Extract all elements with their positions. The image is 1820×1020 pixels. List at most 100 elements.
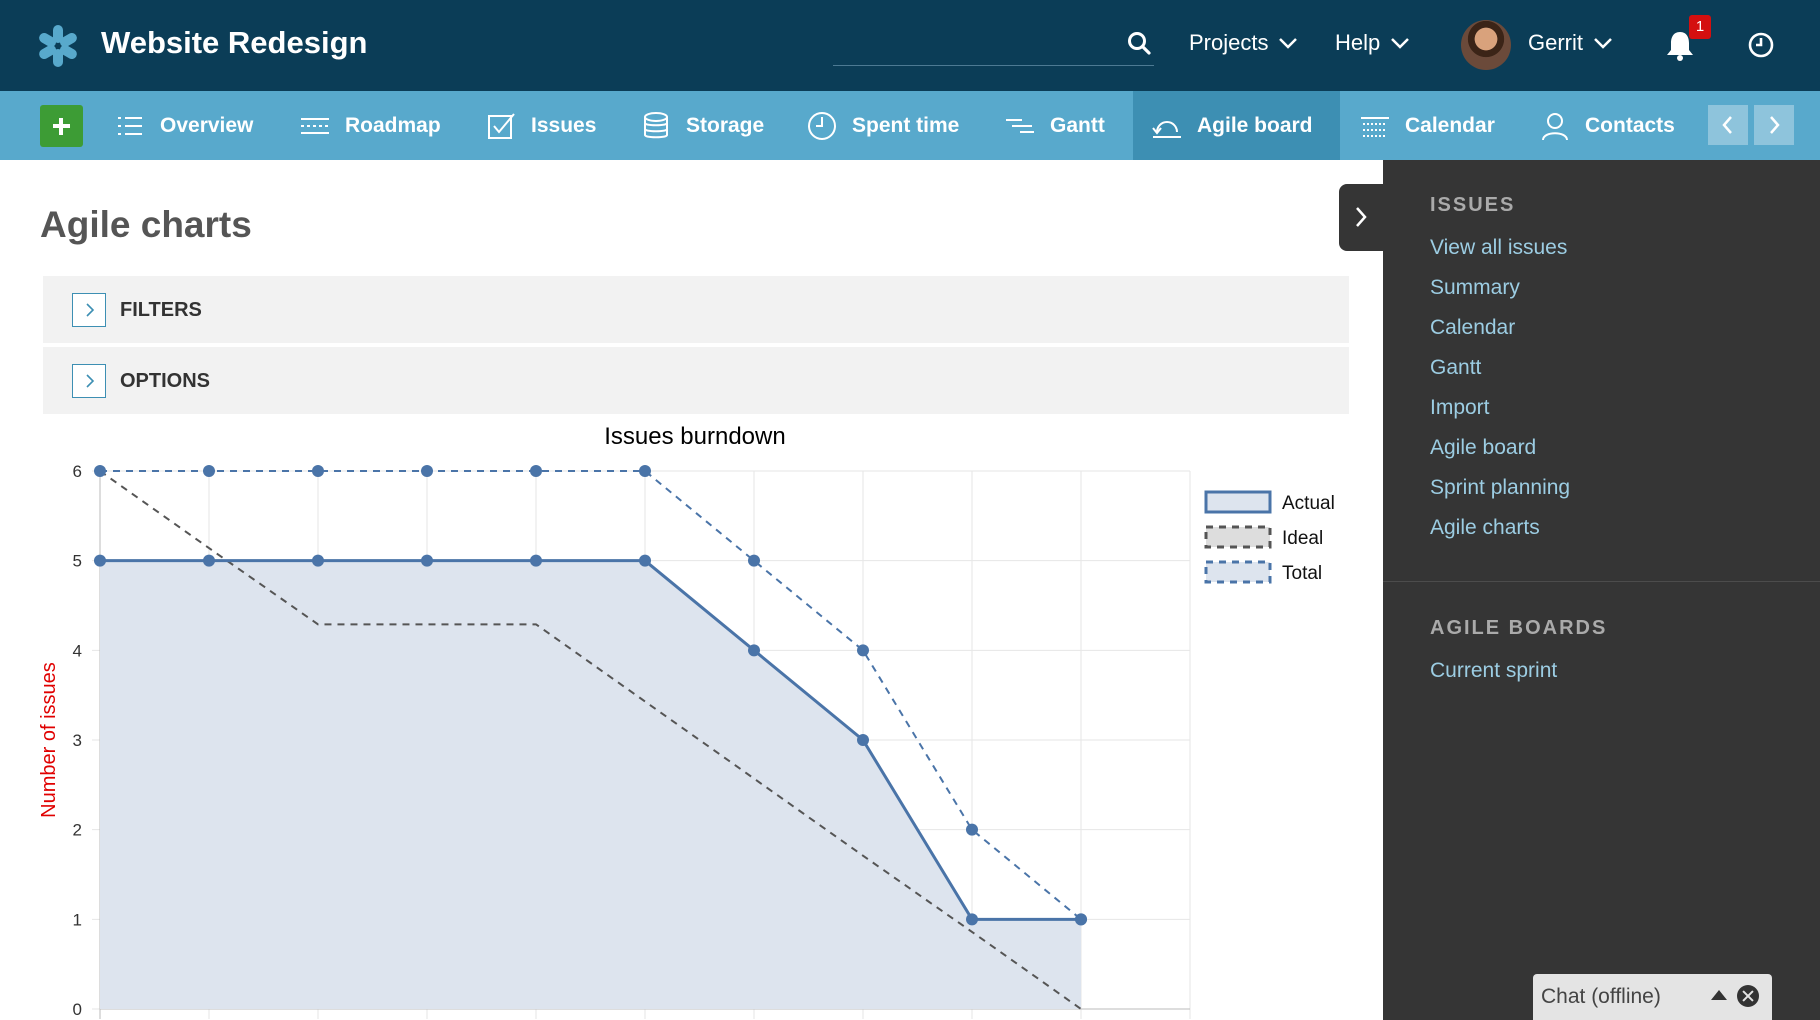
- series-total-point: [639, 465, 651, 477]
- expand-up-icon[interactable]: [1711, 990, 1727, 1000]
- clock-icon: [808, 111, 836, 140]
- tab-storage[interactable]: Storage: [640, 91, 764, 160]
- user-avatar[interactable]: [1461, 20, 1511, 70]
- series-total-point: [94, 465, 106, 477]
- series-actual-point: [1075, 913, 1087, 926]
- series-actual-point: [530, 554, 542, 567]
- filters-panel[interactable]: FILTERS: [43, 276, 1349, 343]
- series-actual-point: [421, 554, 433, 567]
- legend-label: Ideal: [1282, 528, 1323, 549]
- filters-toggle-button[interactable]: [72, 293, 106, 327]
- options-panel[interactable]: OPTIONS: [43, 347, 1349, 414]
- close-icon[interactable]: [1737, 985, 1759, 1007]
- projects-menu[interactable]: Projects: [1189, 30, 1298, 56]
- notification-badge: 1: [1689, 15, 1711, 39]
- tab-label: Overview: [160, 113, 254, 137]
- user-menu[interactable]: Gerrit: [1528, 30, 1613, 56]
- series-total-point: [203, 465, 215, 477]
- y-tick-label: 5: [73, 552, 82, 571]
- series-actual-point: [748, 644, 760, 657]
- legend-label: Actual: [1282, 493, 1335, 514]
- projects-menu-label: Projects: [1189, 30, 1269, 55]
- roadmap-icon: [301, 117, 329, 134]
- legend-swatch: [1204, 525, 1272, 549]
- tabs-scroll-right-button[interactable]: [1754, 105, 1794, 145]
- add-new-button[interactable]: [40, 105, 83, 147]
- y-tick-label: 3: [73, 731, 82, 750]
- tab-label: Storage: [686, 113, 765, 137]
- series-total-point: [966, 823, 978, 836]
- filters-label: FILTERS: [120, 299, 202, 321]
- y-tick-label: 2: [73, 821, 82, 840]
- tab-label: Spent time: [852, 113, 960, 137]
- y-tick-label: 1: [73, 910, 82, 929]
- help-menu-label: Help: [1335, 30, 1381, 55]
- agile-icon: [1152, 120, 1181, 138]
- list-icon: [118, 116, 142, 135]
- series-total-point: [530, 465, 542, 477]
- tab-label: Calendar: [1405, 113, 1495, 137]
- series-total-point: [857, 644, 869, 657]
- series-actual-point: [203, 554, 215, 567]
- chevron-right-icon: [1770, 116, 1780, 134]
- search-box: [833, 22, 1154, 66]
- sidebar-link-sprint-planning[interactable]: Sprint planning: [1430, 476, 1570, 500]
- series-actual-point: [639, 554, 651, 567]
- chevron-right-icon: [86, 303, 95, 317]
- chevron-down-icon: [1594, 38, 1612, 49]
- help-menu[interactable]: Help: [1335, 30, 1410, 56]
- tab-issues[interactable]: Issues: [485, 91, 596, 160]
- user-name: Gerrit: [1528, 30, 1583, 55]
- sidebar-heading-agile-boards: AGILE BOARDS: [1430, 617, 1608, 639]
- tab-gantt[interactable]: Gantt: [1004, 91, 1105, 160]
- series-actual-point: [94, 554, 106, 567]
- series-actual-point: [857, 734, 869, 746]
- tab-overview[interactable]: Overview: [114, 91, 253, 160]
- sidebar-toggle-button[interactable]: [1339, 184, 1383, 251]
- sidebar-link-import[interactable]: Import: [1430, 396, 1490, 420]
- project-tab-bar: Overview Roadmap Issues Storage Spent ti…: [0, 91, 1820, 160]
- tab-label: Agile board: [1197, 113, 1313, 137]
- sidebar-link-current-sprint[interactable]: Current sprint: [1430, 659, 1557, 683]
- asterisk-logo-icon[interactable]: [36, 24, 80, 68]
- options-toggle-button[interactable]: [72, 364, 106, 398]
- legend-label: Total: [1282, 563, 1322, 584]
- y-tick-label: 6: [73, 462, 82, 481]
- sidebar-link-view-all-issues[interactable]: View all issues: [1430, 236, 1567, 260]
- search-icon[interactable]: [1126, 30, 1152, 56]
- tab-label: Roadmap: [345, 113, 441, 137]
- chart-y-ticks: 0 1 2 3 4 5 6: [73, 462, 82, 1019]
- sidebar-link-gantt[interactable]: Gantt: [1430, 356, 1481, 380]
- tab-label: Issues: [531, 113, 597, 137]
- chat-widget[interactable]: Chat (offline): [1533, 974, 1772, 1020]
- project-title[interactable]: Website Redesign: [101, 25, 367, 61]
- tab-roadmap[interactable]: Roadmap: [299, 91, 441, 160]
- tabs-scroll-left-button[interactable]: [1708, 105, 1748, 145]
- legend-swatch: [1204, 560, 1272, 584]
- top-bar: Website Redesign Projects Help Gerrit 1: [0, 0, 1820, 91]
- chat-status-label: Chat (offline): [1541, 985, 1661, 1008]
- tab-label: Gantt: [1050, 113, 1105, 137]
- series-actual-area: [100, 560, 1081, 1009]
- burndown-chart: Issues burndown Number of issues 0 1 2 3 4 5 6…: [38, 423, 1335, 1019]
- sidebar-link-agile-charts[interactable]: Agile charts: [1430, 516, 1540, 540]
- sidebar-link-calendar[interactable]: Calendar: [1430, 316, 1515, 340]
- sidebar-link-agile-board[interactable]: Agile board: [1430, 436, 1536, 460]
- chevron-down-icon: [1391, 38, 1410, 49]
- y-tick-label: 0: [73, 1000, 82, 1019]
- calendar-icon: [1361, 116, 1389, 137]
- tab-spent-time[interactable]: Spent time: [806, 91, 959, 160]
- chart-title: Issues burndown: [604, 423, 785, 450]
- series-total-point: [748, 554, 760, 567]
- person-icon: [1542, 112, 1568, 140]
- search-input[interactable]: [833, 22, 1113, 64]
- clock-icon[interactable]: [1747, 31, 1775, 59]
- chart-y-axis-label: Number of issues: [38, 662, 60, 818]
- sidebar-link-summary[interactable]: Summary: [1430, 276, 1520, 300]
- tab-contacts[interactable]: Contacts: [1539, 91, 1675, 160]
- sidebar-heading-issues: ISSUES: [1430, 194, 1516, 216]
- tab-calendar[interactable]: Calendar: [1359, 91, 1495, 160]
- series-actual-point: [312, 554, 324, 567]
- page-title: Agile charts: [40, 204, 252, 245]
- tab-agile-board[interactable]: Agile board: [1133, 91, 1340, 160]
